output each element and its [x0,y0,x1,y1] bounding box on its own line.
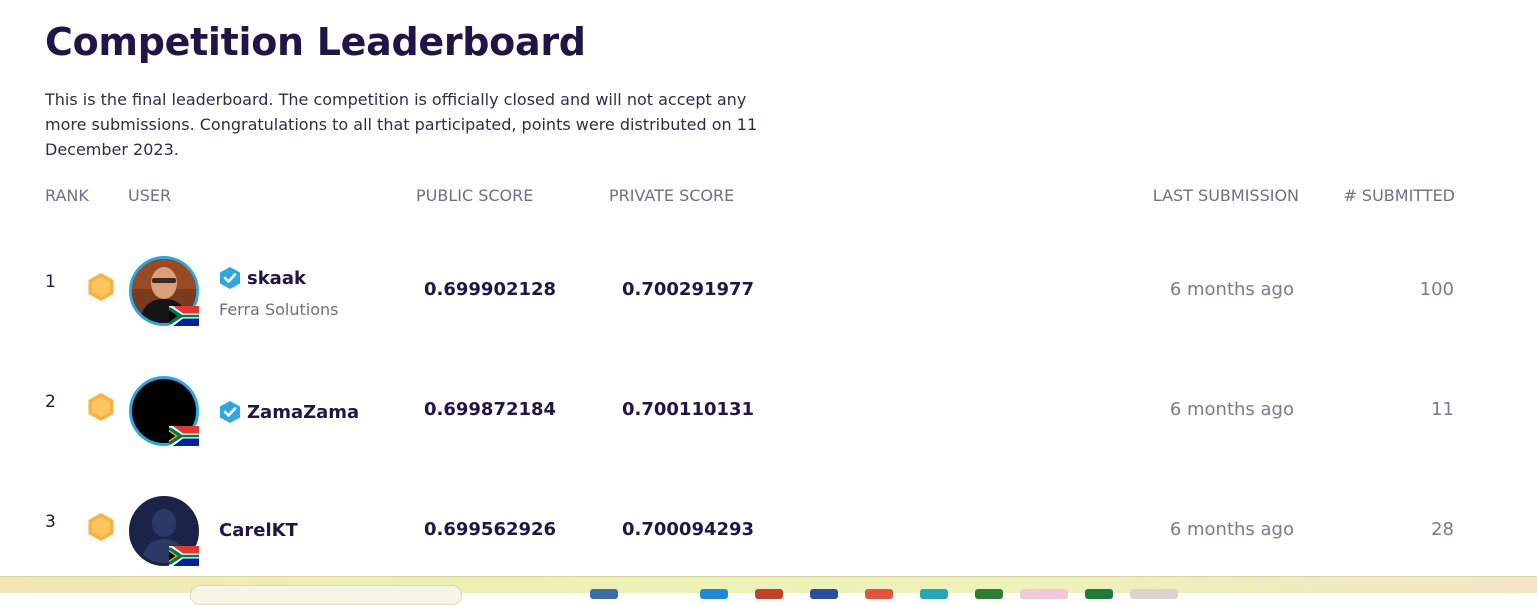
username-link[interactable]: ZamaZama [247,402,359,423]
public-score: 0.699562926 [424,519,557,540]
taskbar-app-icon[interactable] [590,589,618,599]
taskbar-app-icon[interactable] [975,589,1003,599]
column-header-user: USER [128,186,172,205]
gold-medal-icon [88,393,114,421]
south-africa-flag-icon [169,306,199,326]
rank-number: 1 [45,272,56,292]
verified-badge-icon [220,401,240,423]
taskbar-app-icon[interactable] [810,589,838,599]
public-score: 0.699872184 [424,399,557,420]
last-submission-time: 6 months ago [1169,519,1294,540]
taskbar-app-icon[interactable] [920,589,948,599]
taskbar-app-icon[interactable] [700,589,728,599]
os-taskbar [0,576,1537,605]
column-header-public-score[interactable]: PUBLIC SCORE [416,186,533,205]
gold-medal-icon [88,273,114,301]
submission-count: 100 [1419,279,1454,300]
verified-badge-icon [220,267,240,289]
user-organization: Ferra Solutions [219,300,339,319]
column-header-private-score[interactable]: PRIVATE SCORE [609,186,734,205]
last-submission-time: 6 months ago [1169,279,1294,300]
leaderboard-row: 3 CarelKT 0.699562926 0.700094293 6 mont… [0,496,1537,576]
avatar[interactable] [129,376,199,446]
private-score: 0.700110131 [622,399,755,420]
avatar[interactable] [129,256,199,326]
taskbar-app-icon[interactable] [865,589,893,599]
column-header-rank: RANK [45,186,89,205]
username-link[interactable]: CarelKT [219,520,298,541]
column-header-submitted: # SUBMITTED [1343,186,1455,205]
leaderboard-row: 2 ZamaZama 0.699872184 0.700110131 6 mon… [0,376,1537,456]
user-name-line: skaak [219,266,306,290]
taskbar-app-icon[interactable] [1020,589,1068,599]
avatar[interactable] [129,496,199,566]
last-submission-time: 6 months ago [1169,399,1294,420]
private-score: 0.700291977 [622,279,755,300]
username-link[interactable]: skaak [247,268,306,289]
taskbar-search-box[interactable] [190,585,462,605]
gold-medal-icon [88,513,114,541]
submission-count: 28 [1431,519,1454,540]
south-africa-flag-icon [169,546,199,566]
user-name-line: CarelKT [219,520,298,541]
taskbar-app-icon[interactable] [755,589,783,599]
rank-number: 2 [45,392,56,412]
column-header-last-submission: LAST SUBMISSION [1152,186,1299,205]
leaderboard-intro: This is the final leaderboard. The compe… [45,90,758,159]
private-score: 0.700094293 [622,519,755,540]
taskbar-app-icon[interactable] [1130,589,1178,599]
taskbar-app-icon[interactable] [1085,589,1113,599]
rank-number: 3 [45,512,56,532]
south-africa-flag-icon [169,426,199,446]
public-score: 0.699902128 [424,279,557,300]
page-title: Competition Leaderboard [45,20,586,64]
user-name-line: ZamaZama [219,400,359,424]
submission-count: 11 [1431,399,1454,420]
leaderboard-row: 1 skaak Ferra Solutions 0.699902128 0.70… [0,256,1537,336]
